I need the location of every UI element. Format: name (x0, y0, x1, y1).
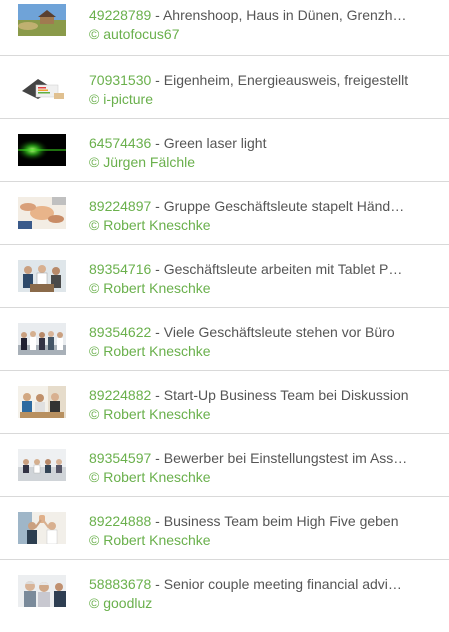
image-title[interactable]: Bewerber bei Einstellungstest im Ass… (164, 450, 408, 466)
item-text: 89224897 - Gruppe Geschäftsleute stapelt… (89, 197, 427, 235)
image-id[interactable]: 89224888 (89, 513, 151, 529)
separator: - (151, 513, 164, 529)
item-text: 89224888 - Business Team beim High Five … (89, 512, 427, 550)
separator: - (151, 261, 164, 277)
item-title-line[interactable]: 64574436 - Green laser light (89, 134, 427, 153)
image-title[interactable]: Eigenheim, Energieausweis, freigestellt (164, 72, 408, 88)
image-author[interactable]: © Robert Kneschke (89, 216, 427, 235)
image-title[interactable]: Start-Up Business Team bei Diskussion (164, 387, 409, 403)
item-title-line[interactable]: 89354597 - Bewerber bei Einstellungstest… (89, 449, 427, 468)
list-item[interactable]: 89354716 - Geschäftsleute arbeiten mit T… (0, 245, 449, 308)
image-author[interactable]: © Robert Kneschke (89, 405, 427, 424)
list-item[interactable]: 64574436 - Green laser light © Jürgen Fä… (0, 119, 449, 182)
item-text: 89354716 - Geschäftsleute arbeiten mit T… (89, 260, 427, 298)
separator: - (151, 135, 164, 151)
image-author[interactable]: © Jürgen Fälchle (89, 153, 427, 172)
list-item[interactable]: 49228789 - Ahrenshoop, Haus in Dünen, Gr… (0, 0, 449, 56)
list-item[interactable]: 89354597 - Bewerber bei Einstellungstest… (0, 434, 449, 497)
business-group-thumbnail[interactable] (18, 323, 66, 355)
image-id[interactable]: 58883678 (89, 576, 151, 592)
image-title[interactable]: Senior couple meeting financial advi… (164, 576, 402, 592)
image-id[interactable]: 89354716 (89, 261, 151, 277)
item-title-line[interactable]: 89224897 - Gruppe Geschäftsleute stapelt… (89, 197, 427, 216)
startup-team-thumbnail[interactable] (18, 386, 66, 418)
green-laser-thumbnail[interactable] (18, 134, 66, 166)
item-text: 58883678 - Senior couple meeting financi… (89, 575, 427, 613)
image-author[interactable]: © Robert Kneschke (89, 279, 427, 298)
separator: - (151, 450, 164, 466)
image-author[interactable]: © Robert Kneschke (89, 342, 427, 361)
item-text: 70931530 - Eigenheim, Energieausweis, fr… (89, 71, 427, 109)
image-title[interactable]: Viele Geschäftsleute stehen vor Büro (164, 324, 395, 340)
separator: - (151, 324, 164, 340)
image-id[interactable]: 49228789 (89, 7, 151, 23)
list-item[interactable]: 58883678 - Senior couple meeting financi… (0, 560, 449, 623)
senior-couple-thumbnail[interactable] (18, 575, 66, 607)
item-title-line[interactable]: 89224882 - Start-Up Business Team bei Di… (89, 386, 427, 405)
item-text: 49228789 - Ahrenshoop, Haus in Dünen, Gr… (89, 6, 427, 44)
assessment-center-thumbnail[interactable] (18, 449, 66, 481)
list-item[interactable]: 70931530 - Eigenheim, Energieausweis, fr… (0, 56, 449, 119)
image-id[interactable]: 89224882 (89, 387, 151, 403)
item-title-line[interactable]: 70931530 - Eigenheim, Energieausweis, fr… (89, 71, 427, 90)
image-author[interactable]: © Robert Kneschke (89, 468, 427, 487)
list-item[interactable]: 89354622 - Viele Geschäftsleute stehen v… (0, 308, 449, 371)
image-author[interactable]: © autofocus67 (89, 25, 427, 44)
image-title[interactable]: Green laser light (164, 135, 267, 151)
image-id[interactable]: 89354622 (89, 324, 151, 340)
item-text: 89354597 - Bewerber bei Einstellungstest… (89, 449, 427, 487)
item-text: 64574436 - Green laser light © Jürgen Fä… (89, 134, 427, 172)
list-item[interactable]: 89224882 - Start-Up Business Team bei Di… (0, 371, 449, 434)
list-item[interactable]: 89224888 - Business Team beim High Five … (0, 497, 449, 560)
image-author[interactable]: © Robert Kneschke (89, 531, 427, 550)
image-title[interactable]: Geschäftsleute arbeiten mit Tablet P… (164, 261, 403, 277)
separator: - (151, 576, 164, 592)
image-id[interactable]: 64574436 (89, 135, 151, 151)
image-author[interactable]: © goodluz (89, 594, 427, 613)
separator: - (151, 7, 163, 23)
high-five-thumbnail[interactable] (18, 512, 66, 544)
image-title[interactable]: Gruppe Geschäftsleute stapelt Händ… (164, 198, 404, 214)
separator: - (151, 198, 164, 214)
separator: - (151, 72, 164, 88)
item-text: 89224882 - Start-Up Business Team bei Di… (89, 386, 427, 424)
stock-image-results-list: 49228789 - Ahrenshoop, Haus in Dünen, Gr… (0, 0, 449, 623)
item-title-line[interactable]: 58883678 - Senior couple meeting financi… (89, 575, 427, 594)
image-id[interactable]: 89224897 (89, 198, 151, 214)
image-id[interactable]: 89354597 (89, 450, 151, 466)
separator: - (151, 387, 164, 403)
image-title[interactable]: Ahrenshoop, Haus in Dünen, Grenzh… (163, 7, 407, 23)
item-title-line[interactable]: 89354622 - Viele Geschäftsleute stehen v… (89, 323, 427, 342)
business-tablet-thumbnail[interactable] (18, 260, 66, 292)
dune-house-thumbnail[interactable] (18, 4, 66, 36)
image-title[interactable]: Business Team beim High Five geben (164, 513, 399, 529)
item-title-line[interactable]: 89224888 - Business Team beim High Five … (89, 512, 427, 531)
item-title-line[interactable]: 89354716 - Geschäftsleute arbeiten mit T… (89, 260, 427, 279)
item-text: 89354622 - Viele Geschäftsleute stehen v… (89, 323, 427, 361)
stacked-hands-thumbnail[interactable] (18, 197, 66, 229)
item-title-line[interactable]: 49228789 - Ahrenshoop, Haus in Dünen, Gr… (89, 6, 427, 25)
house-energy-certificate-thumbnail[interactable] (18, 71, 66, 103)
list-item[interactable]: 89224897 - Gruppe Geschäftsleute stapelt… (0, 182, 449, 245)
image-author[interactable]: © i-picture (89, 90, 427, 109)
image-id[interactable]: 70931530 (89, 72, 151, 88)
